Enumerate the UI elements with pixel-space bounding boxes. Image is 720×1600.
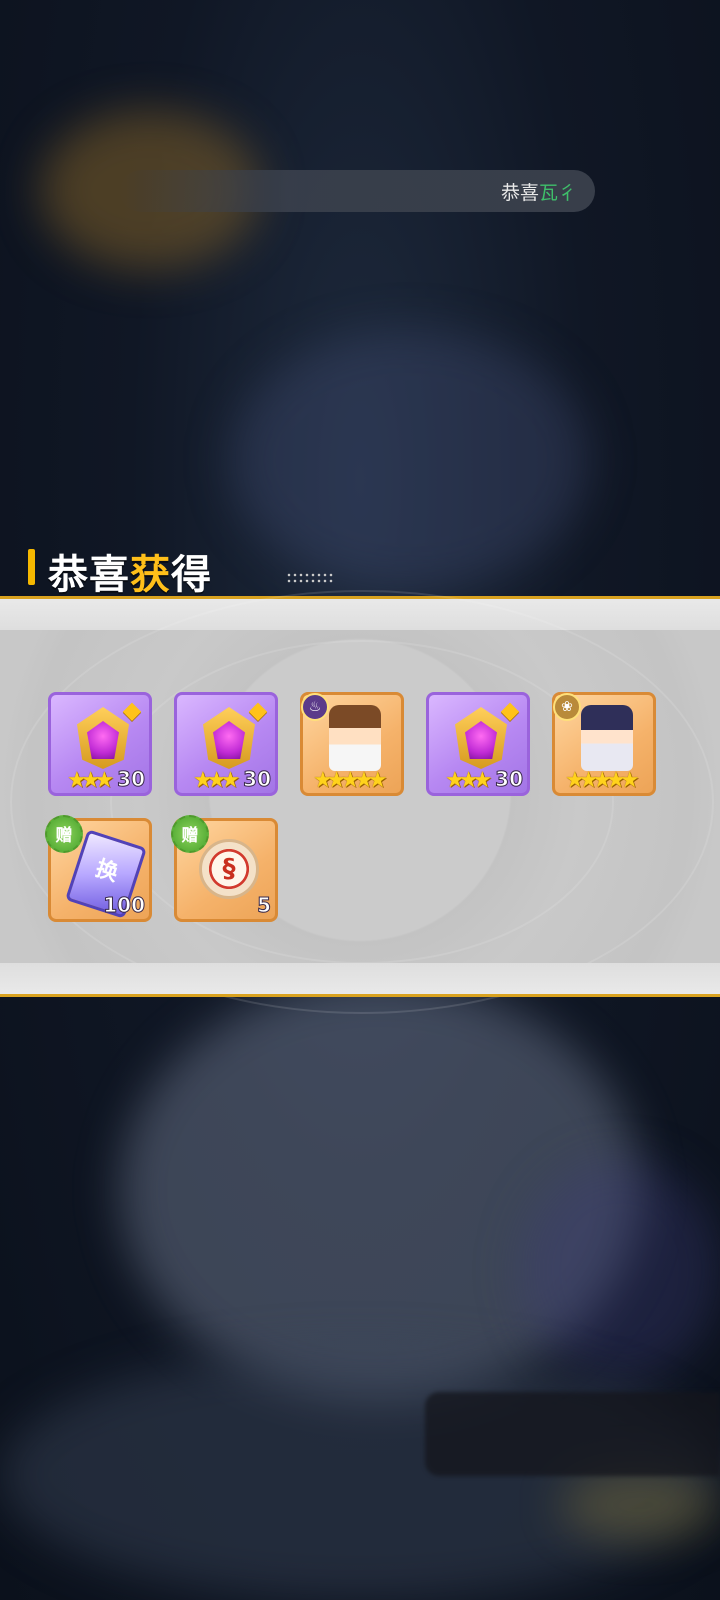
reward-item-hero[interactable]: ♨ ★★★★★ [300,692,404,796]
star-rating: ★★★ [193,768,240,793]
gem-corner-icon: ◆ [500,696,520,724]
hero-portrait-icon [329,705,381,771]
star-rating: ★★★ [445,768,492,793]
title-part3: 得 [171,552,212,598]
reward-item-hero[interactable]: ❀ ★★★★★ [552,692,656,796]
star-rating: ★★★★★ [313,768,388,793]
star-rating: ★★★ [67,768,114,793]
item-count: 30 [495,767,524,792]
gem-corner-icon: ◆ [122,696,142,724]
element-badge-icon: ♨ [301,693,329,721]
title-part1: 恭喜 [48,552,130,598]
item-count: 5 [257,893,272,918]
panel-bottom-border [0,994,720,997]
reward-item-token[interactable]: § 赠 5 [171,815,278,922]
item-count: 100 [103,893,146,918]
item-count: 30 [243,767,272,792]
reward-item-gem[interactable]: ◆ ★★★ 30 [174,692,278,796]
marquee-prefix: 恭喜 [500,182,539,204]
bg-figure [230,330,590,590]
reward-item-gem[interactable]: ◆ ★★★ 30 [48,692,152,796]
title-part2: 获 [130,552,171,598]
gift-badge: 赠 [171,815,209,853]
bg-figure [520,1160,720,1380]
star-rating: ★★★★★ [565,768,640,793]
marquee-player-name: 瓦彳 [538,182,577,204]
dragon-token-icon: § [199,839,259,899]
marquee-text: 恭喜瓦彳 [501,178,577,205]
reward-panel[interactable]: ◆ ★★★ 30 ◆ ★★★ 30 ♨ ★★★★★ ◆ ★★★ 30 ❀ ★★★… [0,590,720,1014]
bg-bottom-panel [425,1392,720,1476]
title-dots-decoration [286,572,334,584]
hero-portrait-icon [581,705,633,771]
title-accent-bar [28,549,35,585]
item-count: 30 [117,767,146,792]
panel-bottom-edge [0,963,720,994]
reward-item-ticket[interactable]: 换 赠 100 [45,815,152,922]
gem-corner-icon: ◆ [248,696,268,724]
reward-item-gem[interactable]: ◆ ★★★ 30 [426,692,530,796]
page-title: 恭喜获得 [48,542,212,600]
panel-body: ◆ ★★★ 30 ◆ ★★★ 30 ♨ ★★★★★ ◆ ★★★ 30 ❀ ★★★… [0,590,720,1014]
element-badge-icon: ❀ [553,693,581,721]
announcement-marquee: 恭喜瓦彳 [120,170,595,212]
bg-glow [560,1470,720,1540]
gift-badge: 赠 [45,815,83,853]
